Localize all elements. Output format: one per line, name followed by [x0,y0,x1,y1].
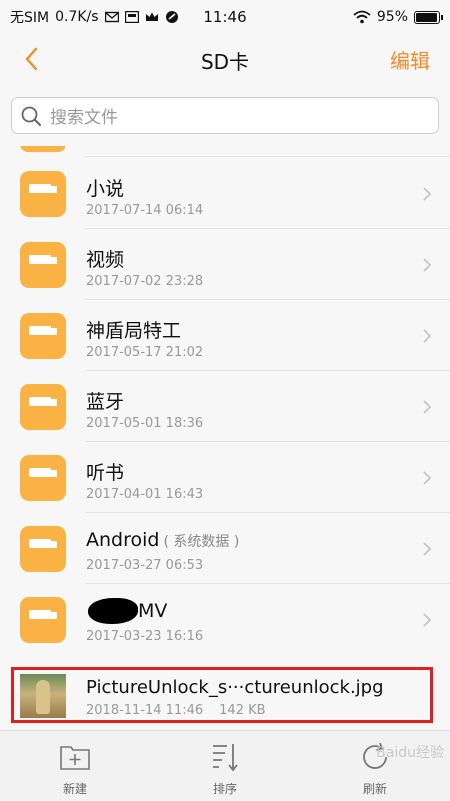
folder-icon [20,526,66,572]
status-bar: 无SIM 0.7K/s 11:46 95% [0,0,450,34]
redaction-blot [88,598,138,624]
folder-date: 2017-05-01 18:36 [86,416,204,431]
chevron-right-icon [423,542,432,556]
folder-row-android[interactable]: Android( 系统数据 ) 2017-03-27 06:53 [0,513,450,584]
folder-icon [20,384,66,430]
chevron-right-icon [423,471,432,485]
mail-icon [104,11,119,23]
folder-name-line: Android( 系统数据 ) [86,529,239,551]
status-left: 无SIM 0.7K/s [10,7,179,27]
folder-name: 听书 [86,462,125,484]
folder-date: 2017-03-27 06:53 [86,558,204,573]
chevron-right-icon [423,258,432,272]
folder-date: 2017-05-17 21:02 [86,345,204,360]
folder-row-bluetooth[interactable]: 蓝牙 2017-05-01 18:36 [0,371,450,442]
file-name: PictureUnlock_s···ctureunlock.jpg [86,677,384,698]
folder-date: 2017-07-14 06:14 [86,203,204,218]
system-data-tag: ( 系统数据 ) [163,534,240,550]
folder-icon [20,313,66,359]
network-speed: 0.7K/s [55,9,99,25]
folder-icon [20,146,66,152]
new-button[interactable]: 新建 [0,731,150,801]
sort-label: 排序 [212,782,237,796]
folder-row-audiobooks[interactable]: 听书 2017-04-01 16:43 [0,442,450,513]
folder-icon [20,455,66,501]
folder-date: 2017-03-23 16:16 [86,629,204,644]
divider [86,156,450,157]
chevron-right-icon [423,187,432,201]
bottom-toolbar: 新建 排序 刷新 [0,730,450,800]
search-input[interactable]: 搜索文件 [11,97,439,134]
carrier-text: 无SIM [10,10,50,26]
battery-percent: 95% [376,9,408,25]
refresh-label: 刷新 [362,782,387,796]
folder-row-mv[interactable]: MV 2017-03-23 16:16 [0,584,450,655]
folder-icon [20,171,66,217]
file-meta: 2018-11-14 11:46 142 KB [86,703,266,718]
folder-row-videos[interactable]: 视频 2017-07-02 23:28 [0,229,450,300]
folder-row-shield[interactable]: 神盾局特工 2017-05-17 21:02 [0,300,450,371]
inbox-icon [124,11,139,23]
new-label: 新建 [62,782,87,796]
file-size: 142 KB [219,703,266,718]
wifi-icon [353,10,371,24]
watermark: Baidu经验 [376,745,444,761]
page-title: SD卡 [200,50,250,74]
crown-icon [145,12,158,21]
image-thumbnail [20,674,66,718]
folder-date: 2017-04-01 16:43 [86,487,204,502]
battery-level [416,12,437,22]
status-right: 95% [353,9,443,25]
folder-row-novels[interactable]: 小说 2017-07-14 06:14 [0,158,450,229]
file-list[interactable]: 小说 2017-07-14 06:14 视频 2017-07-02 23:28 … [0,146,450,730]
folder-name: 蓝牙 [86,391,125,413]
chevron-right-icon [423,400,432,414]
folder-icon [20,242,66,288]
search-icon [21,106,41,126]
search-placeholder: 搜索文件 [50,108,118,128]
clock: 11:46 [203,8,247,26]
nav-bar: SD卡 编辑 [0,34,450,86]
file-date: 2018-11-14 11:46 [86,703,204,718]
folder-name: MV [138,600,168,622]
folder-name: 小说 [86,178,125,200]
folder-name: 视频 [86,249,125,271]
sort-button[interactable]: 排序 [150,731,300,801]
app-notification-icon [165,11,178,23]
edit-button[interactable]: 编辑 [390,45,430,74]
new-folder-icon [60,746,90,770]
chevron-right-icon [423,329,432,343]
folder-name: 神盾局特工 [86,320,182,342]
sort-icon [213,744,238,772]
folder-icon [20,597,66,643]
chevron-right-icon [423,613,432,627]
folder-date: 2017-07-02 23:28 [86,274,204,289]
folder-name: Android [86,529,160,551]
file-row-highlighted[interactable]: PictureUnlock_s···ctureunlock.jpg 2018-1… [11,667,433,723]
battery-icon [414,10,443,24]
